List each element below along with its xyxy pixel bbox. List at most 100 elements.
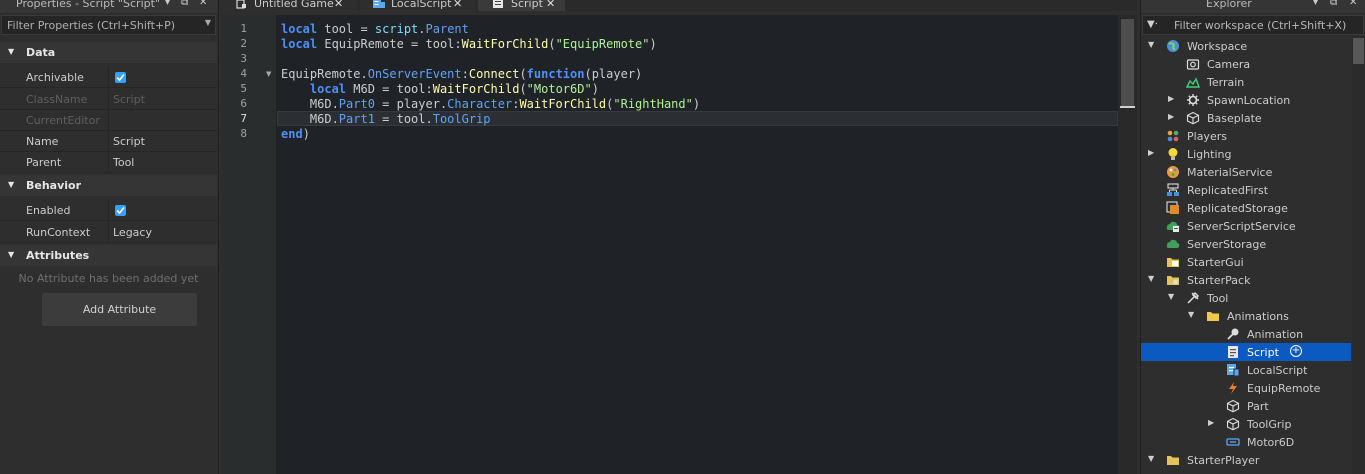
code-line[interactable]: end) [281, 127, 310, 142]
undock-icon[interactable]: ⧉ [181, 0, 188, 8]
explorer-filter-input[interactable]: ▼· Filter workspace (Ctrl+Shift+X) [1142, 15, 1364, 35]
section-behavior-label: Behavior [26, 179, 82, 192]
close-icon[interactable]: ✕ [453, 0, 462, 10]
tree-item-part[interactable]: Part [1141, 397, 1351, 415]
expand-arrow-icon[interactable]: ▶ [1148, 148, 1154, 157]
expand-arrow-icon[interactable]: ▶ [1168, 112, 1174, 121]
tree-item-replicatedstorage[interactable]: ReplicatedStorage [1141, 199, 1351, 217]
section-data[interactable]: ▼ Data [0, 42, 217, 63]
tree-item-label: Tool [1207, 292, 1229, 305]
expand-arrow-icon[interactable]: ▶ [1168, 94, 1174, 103]
tree-item-baseplate[interactable]: ▶ Baseplate [1141, 109, 1351, 127]
line-number: 3 [240, 52, 247, 65]
prop-parent[interactable]: Parent Tool [0, 152, 217, 173]
tab-script[interactable]: Script ✕ [478, 0, 565, 11]
undock-icon[interactable]: ⧉ [1330, 0, 1337, 8]
close-icon[interactable]: ✕ [334, 0, 343, 10]
tab-label: Script [511, 0, 543, 10]
spawnlocation-icon [1186, 93, 1200, 107]
add-attribute-button[interactable]: Add Attribute [42, 293, 197, 326]
prop-enabled[interactable]: Enabled [0, 200, 217, 221]
tree-item-terrain[interactable]: Terrain [1141, 73, 1351, 91]
lighting-icon [1166, 147, 1180, 161]
tab-label: LocalScript [391, 0, 452, 10]
part-icon [1226, 399, 1240, 413]
properties-filter-input[interactable]: Filter Properties (Ctrl+Shift+P) ▼ [1, 15, 216, 35]
close-icon[interactable]: ✕ [546, 0, 555, 10]
collapse-arrow-icon[interactable]: ▼ [1148, 454, 1154, 463]
collapse-arrow-icon[interactable]: ▼ [8, 250, 14, 259]
section-attributes-label: Attributes [26, 249, 90, 262]
tree-item-script[interactable]: Script + [1141, 343, 1351, 361]
remoteevent-icon [1226, 381, 1240, 395]
insert-object-icon[interactable]: + [1290, 345, 1302, 357]
prop-name[interactable]: Name Script [0, 131, 217, 152]
tree-item-replicatedfirst[interactable]: ReplicatedFirst [1141, 181, 1351, 199]
chevron-down-icon[interactable]: ▼ [205, 18, 211, 27]
tree-item-motor6d[interactable]: Motor6D [1141, 433, 1351, 451]
explorer-scrollbar[interactable] [1352, 36, 1365, 474]
prop-label: Parent [26, 156, 62, 169]
prop-value[interactable]: Script [113, 135, 145, 148]
tree-item-label: StarterGui [1187, 256, 1244, 269]
collapse-arrow-icon[interactable]: ▼ [1168, 292, 1174, 301]
tree-item-serverstorage[interactable]: ServerStorage [1141, 235, 1351, 253]
tab-untitled-game[interactable]: Untitled Game ✕ [222, 0, 357, 11]
tree-item-startergui[interactable]: StarterGui [1141, 253, 1351, 271]
code-line[interactable]: local EquipRemote = tool:WaitForChild("E… [281, 37, 657, 52]
tree-item-starterplayer[interactable]: ▼ StarterPlayer [1141, 451, 1351, 469]
code-line[interactable]: M6D.Part0 = player.Character:WaitForChil… [281, 97, 700, 112]
collapse-arrow-icon[interactable]: ▼ [1148, 274, 1154, 283]
chevron-down-icon[interactable]: ▾ [1313, 0, 1318, 8]
collapse-arrow-icon[interactable]: ▼ [1148, 40, 1154, 49]
code-line[interactable]: local M6D = tool:WaitForChild("Motor6D") [281, 82, 599, 97]
tree-item-lighting[interactable]: ▶ Lighting [1141, 145, 1351, 163]
fold-arrow-icon[interactable]: ▼ [266, 70, 271, 78]
tree-item-label: ReplicatedStorage [1187, 202, 1288, 215]
tree-item-animation[interactable]: Animation [1141, 325, 1351, 343]
editor-scrollbar[interactable] [1118, 15, 1137, 474]
collapse-arrow-icon[interactable]: ▼ [8, 180, 14, 189]
code-line[interactable]: EquipRemote.OnServerEvent:Connect(functi… [281, 67, 642, 82]
tree-item-label: StarterPlayer [1187, 454, 1260, 467]
prop-archivable[interactable]: Archivable [0, 67, 217, 88]
line-number: 8 [240, 127, 247, 140]
prop-value[interactable]: Legacy [113, 226, 152, 239]
collapse-arrow-icon[interactable]: ▼ [8, 47, 14, 56]
enabled-checkbox[interactable] [115, 205, 126, 216]
serverstorage-icon [1166, 237, 1180, 251]
collapse-arrow-icon[interactable]: ▼ [1188, 310, 1194, 319]
code-editor[interactable]: 1 2 3 4 5 6 7 8 ▼ local tool = script.Pa… [222, 15, 1137, 474]
close-icon[interactable]: ✕ [199, 0, 207, 8]
tree-item-starterpack[interactable]: ▼ StarterPack [1141, 271, 1351, 289]
prop-label: Enabled [26, 204, 71, 217]
tree-item-tool[interactable]: ▼ Tool [1141, 289, 1351, 307]
section-behavior[interactable]: ▼ Behavior [0, 175, 217, 196]
tree-item-animations[interactable]: ▼ Animations [1141, 307, 1351, 325]
tree-item-spawnlocation[interactable]: ▶ SpawnLocation [1141, 91, 1351, 109]
editor-scroll-thumb[interactable] [1121, 19, 1134, 107]
archivable-checkbox[interactable] [115, 72, 126, 83]
tree-item-toolgrip[interactable]: ▶ ToolGrip [1141, 415, 1351, 433]
code-line[interactable]: M6D.Part1 = tool.ToolGrip [281, 112, 491, 127]
expand-arrow-icon[interactable]: ▶ [1208, 418, 1214, 427]
tree-item-label: ReplicatedFirst [1187, 184, 1269, 197]
tree-item-label: Motor6D [1247, 436, 1295, 449]
tree-item-workspace[interactable]: ▼ Workspace [1141, 37, 1351, 55]
prop-runcontext[interactable]: RunContext Legacy [0, 222, 217, 243]
close-icon[interactable]: ✕ [1349, 0, 1357, 8]
tree-item-materialservice[interactable]: MaterialService [1141, 163, 1351, 181]
explorer-scroll-thumb[interactable] [1353, 38, 1364, 64]
tree-item-localscript[interactable]: LocalScript [1141, 361, 1351, 379]
chevron-down-icon[interactable]: ▾ [165, 0, 170, 8]
tree-item-serverscriptservice[interactable]: ServerScriptService [1141, 217, 1351, 235]
tab-localscript[interactable]: LocalScript ✕ [360, 0, 475, 11]
tree-item-equipremote[interactable]: EquipRemote [1141, 379, 1351, 397]
tree-item-label: Terrain [1207, 76, 1245, 89]
section-attributes[interactable]: ▼ Attributes [0, 245, 217, 266]
line-number: 7 [240, 112, 247, 125]
tree-item-players[interactable]: Players [1141, 127, 1351, 145]
tree-item-camera[interactable]: Camera [1141, 55, 1351, 73]
code-line[interactable]: local tool = script.Parent [281, 22, 469, 37]
prop-value[interactable]: Tool [113, 156, 134, 169]
